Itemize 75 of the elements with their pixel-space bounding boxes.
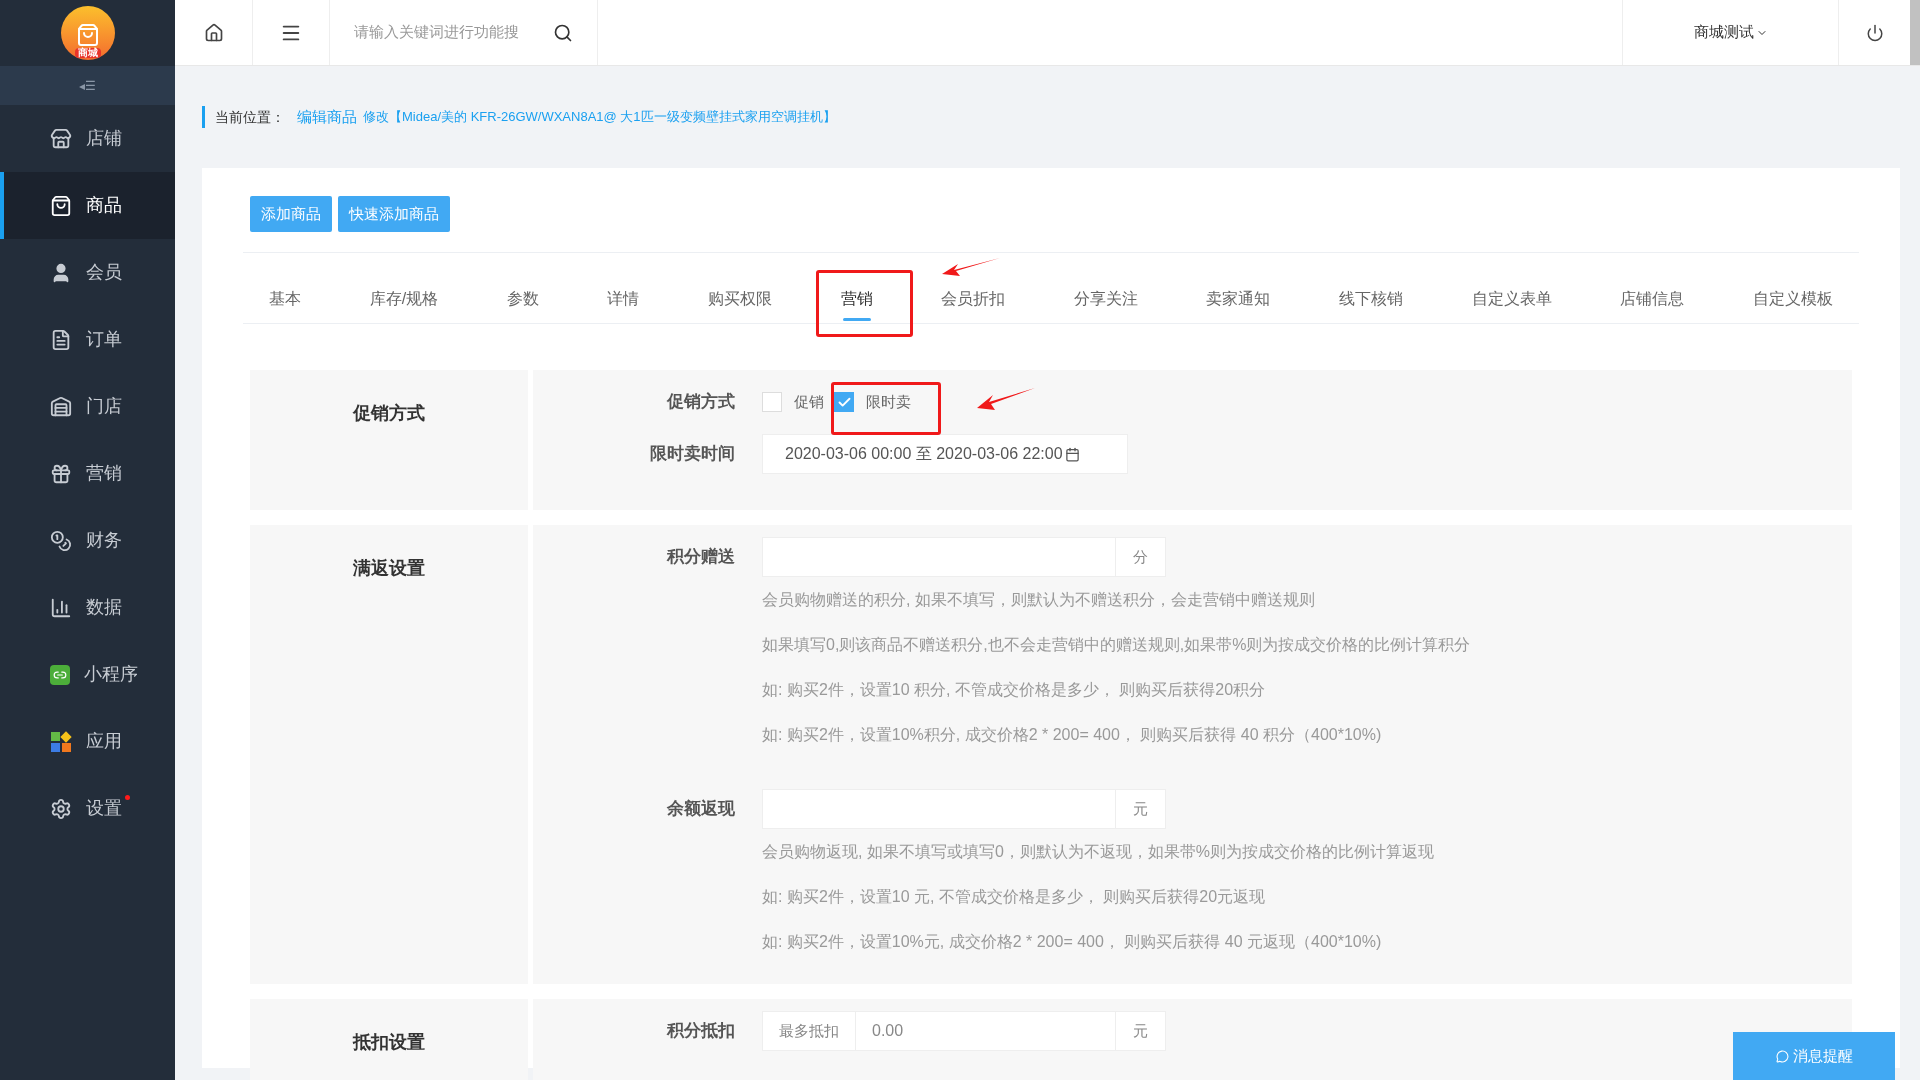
calendar-icon [1064, 446, 1080, 462]
tab[interactable]: 自定义模板 [1738, 253, 1847, 323]
tab[interactable]: 会员折扣 [927, 253, 1020, 323]
sidebar-item[interactable]: 门店 [0, 373, 175, 440]
search-input[interactable]: 请输入关键词进行功能搜 [354, 21, 553, 44]
field-label: 积分抵扣 [665, 1020, 736, 1042]
logo: 商城 [60, 6, 115, 60]
section-title: 促销方式 [353, 402, 425, 425]
input-field[interactable]: 0.00 [856, 1012, 1115, 1050]
sidebar-item[interactable]: 营销 [0, 440, 175, 507]
checkbox[interactable] [762, 392, 782, 412]
collapse-button[interactable]: ◂☰ [0, 66, 175, 105]
input-group[interactable]: 最多抵扣 0.00 元 [762, 1011, 1166, 1051]
document-icon [50, 328, 72, 351]
input-group[interactable]: 分 [762, 537, 1166, 577]
tab[interactable]: 参数 [492, 253, 553, 323]
shop-icon [50, 395, 72, 418]
search-field[interactable]: 请输入关键词进行功能搜 [330, 0, 598, 65]
field-label: 限时卖时间 [649, 443, 736, 465]
home-icon [203, 22, 224, 43]
hint-text: 会员购物返现, 如果不填写或填写0，则默认为不返现，如果带%则为按成交价格的比例计算返现 [762, 842, 1434, 862]
tab[interactable]: 卖家通知 [1192, 253, 1285, 323]
tab[interactable]: 线下核销 [1325, 253, 1418, 323]
user-menu[interactable]: 商城测试 [1622, 0, 1838, 65]
hint-text: 如果填写0,则该商品不赠送积分,也不会走营销中的赠送规则,如果带%则为按成交价格的比例计算积分 [762, 635, 1471, 655]
field-label: 积分赠送 [665, 546, 736, 568]
scrollbar[interactable] [1910, 0, 1920, 65]
input-prefix: 最多抵扣 [763, 1012, 856, 1050]
tab[interactable]: 详情 [593, 253, 654, 323]
sidebar-item[interactable]: 店铺 [0, 105, 175, 172]
checkbox-option[interactable]: 限时卖 [834, 390, 911, 414]
tab[interactable]: 基本 [255, 253, 315, 323]
field-label: 促销方式 [666, 391, 736, 413]
sidebar-item[interactable]: 小程序 [0, 641, 175, 708]
tab[interactable]: 自定义表单 [1457, 253, 1566, 323]
checkbox-option[interactable]: 促销 [762, 390, 824, 414]
sidebar-item[interactable]: 应用 [0, 708, 175, 775]
sidebar-item[interactable]: 会员 [0, 239, 175, 306]
chat-icon [1775, 1049, 1789, 1063]
sidebar-item[interactable]: 设置 [0, 775, 175, 842]
sidebar-item[interactable]: 财务 [0, 507, 175, 574]
input-suffix: 元 [1115, 1012, 1165, 1050]
arrow-icon [975, 386, 1037, 412]
field-label: 余额返现 [666, 798, 736, 820]
section-title: 满返设置 [353, 557, 425, 580]
sidebar-item[interactable]: 订单 [0, 306, 175, 373]
section-title: 抵扣设置 [353, 1031, 425, 1054]
bag-icon [50, 194, 72, 217]
store-icon [50, 127, 72, 150]
sidebar-item[interactable]: 商品 [0, 172, 175, 239]
tab[interactable]: 分享关注 [1059, 253, 1152, 323]
input-suffix: 元 [1115, 790, 1165, 828]
sidebar-item[interactable]: 数据 [0, 574, 175, 641]
tab[interactable]: 店铺信息 [1606, 253, 1699, 323]
hint-text: 如: 购买2件，设置10%元, 成交价格2 * 200= 400， 则购买后获得 40 元返现（400*10%) [762, 932, 1383, 952]
apps-grid-icon [50, 730, 72, 753]
search-icon [553, 22, 573, 43]
hint-text: 如: 购买2件，设置10%积分, 成交价格2 * 200= 400， 则购买后获得 40 积分（400*10%) [762, 725, 1383, 745]
power-icon [1865, 23, 1884, 42]
bar-chart-icon [50, 596, 72, 619]
hint-text: 会员购物赠送的积分, 如果不填写，则默认为不赠送积分，会走营销中赠送规则 [762, 590, 1316, 610]
breadcrumb-detail: 修改【Midea/美的 KFR-26GW/WXAN8A1@ 大1匹一级变频壁挂式家用空调挂机】 [363, 108, 836, 127]
settings-icon [50, 797, 72, 820]
hint-text: 如: 购买2件，设置10 元, 不管成交价格是多少， 则购买后获得20元返现 [762, 887, 1267, 907]
tab[interactable]: 营销 [826, 253, 887, 323]
input-group[interactable]: 元 [762, 789, 1166, 829]
tab[interactable]: 购买权限 [693, 253, 786, 323]
date-range-field[interactable]: 2020-03-06 00:00 至 2020-03-06 22:00 [762, 434, 1128, 474]
gift-icon [50, 462, 72, 485]
mini-program-icon [50, 664, 70, 685]
hint-text: 如: 购买2件，设置10 积分, 不管成交价格是多少， 则购买后获得20积分 [762, 680, 1267, 700]
tab[interactable]: 库存/规格 [355, 253, 453, 323]
breadcrumb-label: 当前位置： [215, 107, 285, 127]
input-suffix: 分 [1115, 538, 1165, 576]
checkbox[interactable] [834, 392, 854, 412]
